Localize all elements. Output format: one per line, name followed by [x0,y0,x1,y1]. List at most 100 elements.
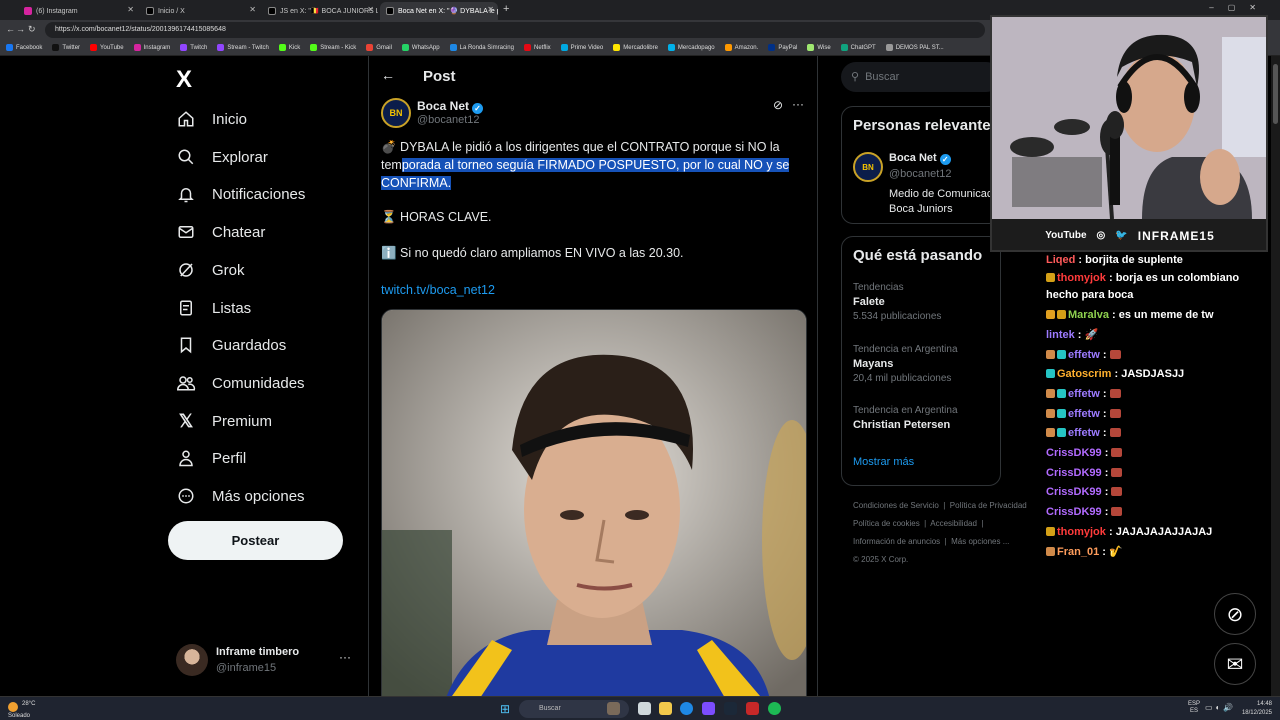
bookmark-item[interactable]: PayPal [768,44,797,51]
file-explorer-icon[interactable] [659,702,672,715]
chat-username[interactable]: Fran_01 [1057,546,1099,558]
nav-item-guardados[interactable]: Guardados [176,330,286,360]
grok-float-button[interactable]: ⊘ [1214,593,1256,635]
more-icon[interactable]: ··· [792,97,804,111]
nav-item-comunidades[interactable]: Comunidades [176,368,305,398]
close-icon[interactable]: ✕ [487,5,494,14]
bookmark-item[interactable]: DEMOS PAL ST... [885,44,944,51]
author-handle[interactable]: @bocanet12 [417,114,480,126]
chat-username[interactable]: effetw [1068,349,1100,361]
author-avatar[interactable]: BN [381,98,411,128]
task-view-icon[interactable] [638,702,651,715]
relevant-name[interactable]: Boca Net ✓ [889,152,951,165]
relevant-avatar[interactable]: BN [853,152,883,182]
nav-item-inicio[interactable]: Inicio [176,104,247,134]
bookmark-item[interactable]: Wise [807,44,831,51]
grok-icon[interactable]: ⊘ [773,98,783,112]
app-icon[interactable] [746,702,759,715]
author-name[interactable]: Boca Net ✓ [417,99,484,114]
bookmark-item[interactable]: Mercadopago [667,44,715,51]
close-icon[interactable]: ✕ [127,5,134,14]
chat-username[interactable]: Gatoscrim [1057,368,1111,380]
account-switcher[interactable]: Inframe timbero @inframe15 ··· [176,642,356,680]
bookmark-item[interactable]: Facebook [6,44,42,51]
footer-link[interactable]: Política de Privacidad [950,501,1027,510]
bookmark-item[interactable]: Netflix [523,44,551,51]
trend-item[interactable]: Tendencias Falete 5.534 publicaciones [853,282,941,322]
windows-start-icon[interactable]: ⊞ [500,702,514,716]
bookmark-item[interactable]: Mercadolibre [613,44,658,51]
footer-link[interactable]: Condiciones de Servicio [853,501,939,510]
post-link[interactable]: twitch.tv/boca_net12 [381,283,495,297]
footer-link[interactable]: Más opciones ... [951,537,1009,546]
browser-tab-inicio[interactable]: Inicio / X ✕ [140,2,260,20]
bookmark-item[interactable]: WhatsApp [401,44,440,51]
nav-item-explorar[interactable]: Explorar [176,142,268,172]
close-icon[interactable]: ✕ [367,5,374,14]
chat-username[interactable]: Liqed [1046,254,1075,266]
footer-link[interactable]: Accesibilidad [930,519,977,528]
nav-item-listas[interactable]: Listas [176,293,251,323]
bookmark-item[interactable]: Stream - Kick [310,44,356,51]
bookmark-item[interactable]: Stream - Twitch [217,44,269,51]
steam-icon[interactable] [724,702,737,715]
nav-item-grok[interactable]: Grok [176,255,245,285]
browser-tab-js[interactable]: JS en X: "🇧🇪 BOCA JUNIORS LE... ✕ [262,2,378,20]
window-controls[interactable]: –▢✕ [1209,3,1270,12]
messages-float-button[interactable]: ✉ [1214,643,1256,685]
more-icon[interactable]: ··· [339,650,351,664]
scrollbar[interactable] [1271,56,1280,696]
url-field[interactable]: https://x.com/bocanet12/status/200139617… [45,22,985,38]
bookmark-item[interactable]: Amazon. [724,44,758,51]
relevant-handle[interactable]: @bocanet12 [889,168,952,180]
trend-item[interactable]: Tendencia en Argentina Mayans 20,4 mil p… [853,344,958,384]
footer-link[interactable]: Política de cookies [853,519,920,528]
search-input[interactable]: ⚲ Buscar [841,62,1001,92]
browser-tab-bocanet[interactable]: Boca Net en X: "🔮 DYBALA le pi... ✕ [380,2,498,20]
chat-username[interactable]: CrissDK99 [1046,506,1102,518]
bookmark-item[interactable]: Kick [278,44,300,51]
nav-item-notificaciones[interactable]: Notificaciones [176,179,305,209]
chat-username[interactable]: CrissDK99 [1046,467,1102,479]
bookmark-item[interactable]: Twitter [52,44,80,51]
back-icon[interactable]: ← [6,24,15,34]
spotify-icon[interactable] [768,702,781,715]
chat-username[interactable]: CrissDK99 [1046,486,1102,498]
bookmark-item[interactable]: Twitch [180,44,207,51]
bookmark-item[interactable]: Prime Video [560,44,603,51]
bookmark-item[interactable]: YouTube [90,44,124,51]
post-image[interactable] [381,309,807,696]
close-icon[interactable]: ✕ [249,5,256,14]
tray-icons[interactable]: ▭◐🔊 [1205,703,1236,712]
nav-item-perfil[interactable]: Perfil [176,443,246,473]
browser-tab-instagram[interactable]: (6) Instagram ✕ [18,2,138,20]
chat-username[interactable]: Maralva [1068,309,1109,321]
chat-username[interactable]: CrissDK99 [1046,447,1102,459]
discord-icon[interactable] [702,702,715,715]
trend-item[interactable]: Tendencia en Argentina Christian Peterse… [853,405,958,431]
reload-icon[interactable]: ↻ [28,24,36,35]
scrollbar-thumb[interactable] [1273,64,1278,124]
x-logo[interactable]: X [176,66,192,94]
chat-username[interactable]: effetw [1068,388,1100,400]
weather-widget[interactable]: 28°C Soleado [8,700,35,720]
nav-item-chatear[interactable]: Chatear [176,217,265,247]
chat-username[interactable]: lintek [1046,329,1075,341]
nav-item-mas-opciones[interactable]: Más opciones [176,481,305,511]
chat-username[interactable]: thomyjok [1057,526,1106,538]
nav-item-premium[interactable]: 𝕏 Premium [176,406,272,436]
forward-icon[interactable]: → [16,24,25,34]
show-more-link[interactable]: Mostrar más [853,456,914,468]
post-button[interactable]: Postear [168,521,343,560]
bookmark-item[interactable]: La Ronda Simracing [449,44,514,51]
bookmark-item[interactable]: Gmail [366,44,392,51]
chat-username[interactable]: effetw [1068,427,1100,439]
clock[interactable]: 14:48 18/12/2025 [1242,700,1272,718]
chat-username[interactable]: effetw [1068,408,1100,420]
widget-icon[interactable] [607,702,620,715]
chat-username[interactable]: thomyjok [1057,272,1106,284]
new-tab-button[interactable]: + [503,3,509,15]
bookmark-item[interactable]: ChatGPT [840,44,876,51]
edge-icon[interactable] [680,702,693,715]
footer-link[interactable]: Información de anuncios [853,537,940,546]
